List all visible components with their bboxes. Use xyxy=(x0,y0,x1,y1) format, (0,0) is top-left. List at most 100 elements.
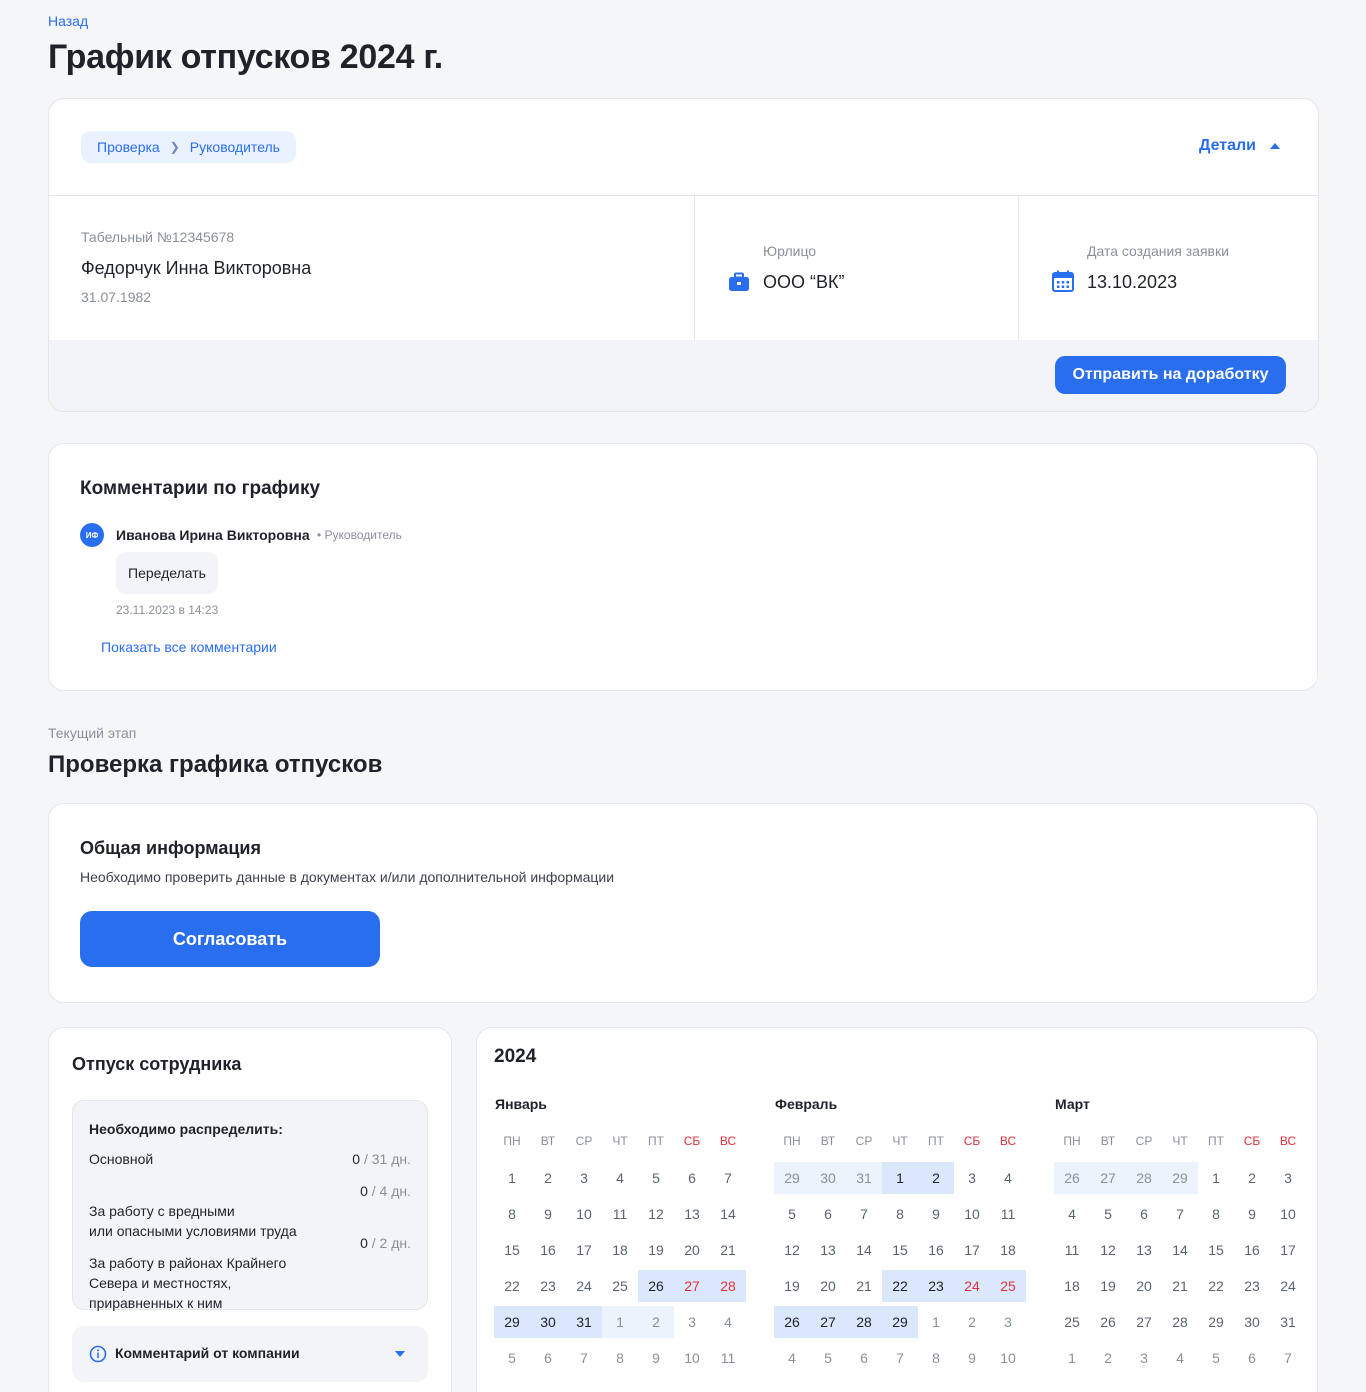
calendar-day[interactable]: 6 xyxy=(1126,1198,1162,1230)
show-all-comments-link[interactable]: Показать все комментарии xyxy=(101,639,277,655)
calendar-day[interactable]: 8 xyxy=(882,1198,918,1230)
calendar-day[interactable]: 19 xyxy=(1090,1270,1126,1302)
calendar-day[interactable]: 1 xyxy=(918,1306,954,1338)
calendar-day[interactable]: 6 xyxy=(810,1198,846,1230)
calendar-day[interactable]: 10 xyxy=(566,1198,602,1230)
company-comment-accordion[interactable]: Комментарий от компании xyxy=(72,1326,428,1382)
calendar-day[interactable]: 26 xyxy=(1090,1306,1126,1338)
calendar-day[interactable]: 29 xyxy=(774,1162,810,1194)
calendar-day[interactable]: 28 xyxy=(1126,1162,1162,1194)
calendar-day[interactable]: 8 xyxy=(918,1342,954,1374)
calendar-day[interactable]: 6 xyxy=(1234,1342,1270,1374)
calendar-day[interactable]: 11 xyxy=(1054,1234,1090,1266)
calendar-day[interactable]: 7 xyxy=(566,1342,602,1374)
approve-button[interactable]: Согласовать xyxy=(80,911,380,967)
calendar-day[interactable]: 25 xyxy=(602,1270,638,1302)
calendar-day[interactable]: 29 xyxy=(1198,1306,1234,1338)
calendar-day[interactable]: 1 xyxy=(882,1162,918,1194)
calendar-day[interactable]: 17 xyxy=(954,1234,990,1266)
calendar-day[interactable]: 9 xyxy=(954,1342,990,1374)
calendar-day[interactable]: 14 xyxy=(846,1234,882,1266)
calendar-day[interactable]: 21 xyxy=(846,1270,882,1302)
calendar-day[interactable]: 21 xyxy=(1162,1270,1198,1302)
calendar-day[interactable]: 1 xyxy=(494,1162,530,1194)
calendar-day[interactable]: 24 xyxy=(1270,1270,1306,1302)
calendar-day[interactable]: 10 xyxy=(1270,1198,1306,1230)
calendar-day[interactable]: 30 xyxy=(810,1162,846,1194)
calendar-day[interactable]: 26 xyxy=(1054,1162,1090,1194)
calendar-day[interactable]: 2 xyxy=(918,1162,954,1194)
calendar-day[interactable]: 24 xyxy=(954,1270,990,1302)
calendar-day[interactable]: 30 xyxy=(1234,1306,1270,1338)
calendar-day[interactable]: 2 xyxy=(1090,1342,1126,1374)
calendar-day[interactable]: 15 xyxy=(882,1234,918,1266)
calendar-day[interactable]: 5 xyxy=(638,1162,674,1194)
calendar-day[interactable]: 12 xyxy=(638,1198,674,1230)
calendar-day[interactable]: 31 xyxy=(1270,1306,1306,1338)
calendar-day[interactable]: 27 xyxy=(1090,1162,1126,1194)
calendar-day[interactable]: 19 xyxy=(638,1234,674,1266)
calendar-day[interactable]: 30 xyxy=(530,1306,566,1338)
calendar-day[interactable]: 18 xyxy=(990,1234,1026,1266)
calendar-day[interactable]: 12 xyxy=(1090,1234,1126,1266)
calendar-day[interactable]: 19 xyxy=(774,1270,810,1302)
details-toggle[interactable]: Детали xyxy=(1199,137,1280,155)
calendar-day[interactable]: 4 xyxy=(1054,1198,1090,1230)
calendar-day[interactable]: 5 xyxy=(774,1198,810,1230)
calendar-day[interactable]: 20 xyxy=(1126,1270,1162,1302)
calendar-day[interactable]: 20 xyxy=(810,1270,846,1302)
calendar-day[interactable]: 10 xyxy=(674,1342,710,1374)
calendar-day[interactable]: 12 xyxy=(774,1234,810,1266)
calendar-day[interactable]: 9 xyxy=(530,1198,566,1230)
calendar-day[interactable]: 22 xyxy=(494,1270,530,1302)
calendar-day[interactable]: 1 xyxy=(1054,1342,1090,1374)
calendar-day[interactable]: 22 xyxy=(1198,1270,1234,1302)
calendar-day[interactable]: 25 xyxy=(990,1270,1026,1302)
calendar-day[interactable]: 7 xyxy=(1270,1342,1306,1374)
calendar-day[interactable]: 3 xyxy=(954,1162,990,1194)
calendar-day[interactable]: 14 xyxy=(710,1198,746,1230)
calendar-day[interactable]: 4 xyxy=(990,1162,1026,1194)
calendar-day[interactable]: 31 xyxy=(846,1162,882,1194)
back-link[interactable]: Назад xyxy=(48,13,88,29)
calendar-day[interactable]: 21 xyxy=(710,1234,746,1266)
calendar-day[interactable]: 14 xyxy=(1162,1234,1198,1266)
calendar-day[interactable]: 17 xyxy=(566,1234,602,1266)
calendar-day[interactable]: 26 xyxy=(774,1306,810,1338)
calendar-day[interactable]: 9 xyxy=(638,1342,674,1374)
calendar-day[interactable]: 13 xyxy=(1126,1234,1162,1266)
calendar-day[interactable]: 28 xyxy=(710,1270,746,1302)
calendar-day[interactable]: 7 xyxy=(710,1162,746,1194)
calendar-day[interactable]: 2 xyxy=(1234,1162,1270,1194)
calendar-day[interactable]: 8 xyxy=(494,1198,530,1230)
calendar-day[interactable]: 13 xyxy=(674,1198,710,1230)
calendar-day[interactable]: 4 xyxy=(710,1306,746,1338)
calendar-day[interactable]: 16 xyxy=(530,1234,566,1266)
calendar-day[interactable]: 18 xyxy=(1054,1270,1090,1302)
calendar-day[interactable]: 5 xyxy=(1198,1342,1234,1374)
calendar-day[interactable]: 6 xyxy=(846,1342,882,1374)
calendar-day[interactable]: 1 xyxy=(1198,1162,1234,1194)
calendar-day[interactable]: 16 xyxy=(918,1234,954,1266)
calendar-day[interactable]: 31 xyxy=(566,1306,602,1338)
calendar-day[interactable]: 28 xyxy=(1162,1306,1198,1338)
calendar-day[interactable]: 16 xyxy=(1234,1234,1270,1266)
calendar-day[interactable]: 4 xyxy=(1162,1342,1198,1374)
calendar-day[interactable]: 5 xyxy=(810,1342,846,1374)
calendar-day[interactable]: 6 xyxy=(530,1342,566,1374)
calendar-day[interactable]: 7 xyxy=(846,1198,882,1230)
calendar-day[interactable]: 3 xyxy=(1126,1342,1162,1374)
calendar-day[interactable]: 7 xyxy=(1162,1198,1198,1230)
calendar-day[interactable]: 15 xyxy=(1198,1234,1234,1266)
calendar-day[interactable]: 24 xyxy=(566,1270,602,1302)
calendar-day[interactable]: 27 xyxy=(674,1270,710,1302)
calendar-day[interactable]: 8 xyxy=(1198,1198,1234,1230)
calendar-day[interactable]: 3 xyxy=(566,1162,602,1194)
calendar-day[interactable]: 4 xyxy=(774,1342,810,1374)
calendar-day[interactable]: 7 xyxy=(882,1342,918,1374)
calendar-day[interactable]: 11 xyxy=(710,1342,746,1374)
calendar-day[interactable]: 11 xyxy=(990,1198,1026,1230)
calendar-day[interactable]: 8 xyxy=(602,1342,638,1374)
send-for-rework-button[interactable]: Отправить на доработку xyxy=(1055,356,1286,394)
calendar-day[interactable]: 27 xyxy=(1126,1306,1162,1338)
